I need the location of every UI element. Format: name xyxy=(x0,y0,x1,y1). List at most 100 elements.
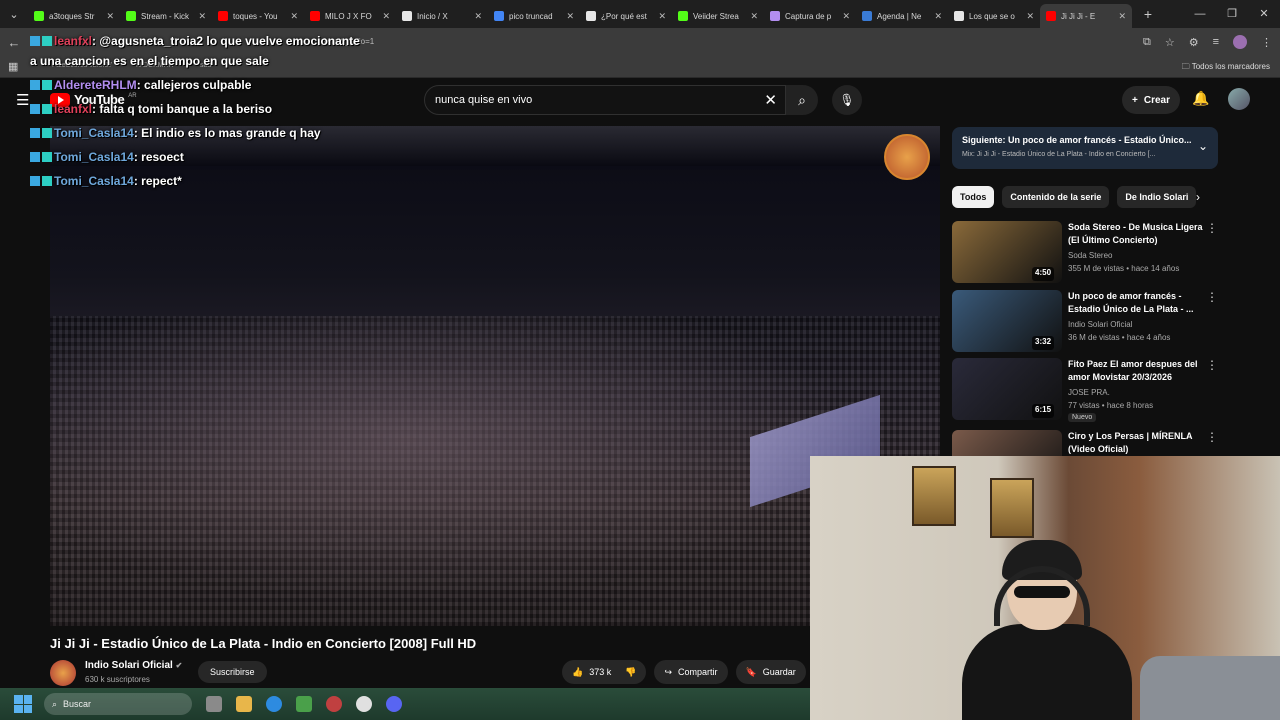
chat-username[interactable]: Tomi_Casla14 xyxy=(54,174,134,188)
subscribe-button[interactable]: Suscribirse xyxy=(198,661,267,683)
filter-chip[interactable]: De Indio Solari xyxy=(1117,186,1197,208)
tab-close-icon[interactable]: ✕ xyxy=(1118,11,1126,22)
tab-close-icon[interactable]: ✕ xyxy=(750,11,758,22)
tab-label: pico truncad xyxy=(509,11,553,21)
voice-search-button[interactable]: 🎙 xyxy=(832,85,862,115)
extensions-icon[interactable]: ⚙ xyxy=(1189,36,1199,49)
more-options-icon[interactable]: ⋮ xyxy=(1206,221,1218,235)
discord-icon[interactable] xyxy=(386,696,402,712)
task-view-icon[interactable] xyxy=(206,696,222,712)
tab-search-icon[interactable]: ⌄ xyxy=(0,0,28,28)
tab-close-icon[interactable]: ✕ xyxy=(290,11,298,22)
browser-menu-icon[interactable]: ⋮ xyxy=(1261,36,1272,49)
chat-username[interactable]: AldereteRHLM xyxy=(54,78,137,92)
apps-grid-icon[interactable]: ▦ xyxy=(8,60,18,73)
browser-tab[interactable]: Stream - Kick ✕ xyxy=(120,4,212,28)
windows-start-icon[interactable] xyxy=(14,695,32,713)
edge-icon[interactable] xyxy=(266,696,282,712)
taskbar-search[interactable]: ⌕ Buscar xyxy=(44,693,192,715)
chrome-icon[interactable] xyxy=(326,696,342,712)
browser-tab[interactable]: a3toques Str ✕ xyxy=(28,4,120,28)
browser-tab[interactable]: Agenda | Ne ✕ xyxy=(856,4,948,28)
more-options-icon[interactable]: ⋮ xyxy=(1206,358,1218,372)
recommended-channel[interactable]: Soda Stereo xyxy=(1068,251,1112,260)
clear-search-icon[interactable]: ✕ xyxy=(764,91,777,109)
tab-close-icon[interactable]: ✕ xyxy=(198,11,206,22)
tab-label: a3toques Str xyxy=(49,11,95,21)
media-controls-icon[interactable]: ≡ xyxy=(1213,36,1219,48)
filter-chip[interactable]: Contenido de la serie xyxy=(1002,186,1110,208)
recommended-title[interactable]: Fito Paez El amor despues del amor Movis… xyxy=(1068,358,1208,384)
recommended-video[interactable]: Soda Stereo - De Musica Ligera (El Últim… xyxy=(952,221,1218,285)
browser-tab[interactable]: Los que se o ✕ xyxy=(948,4,1040,28)
bookmark-star-icon[interactable]: ☆ xyxy=(1165,36,1175,49)
cast-icon[interactable]: ⧉ xyxy=(1143,36,1151,49)
recommended-meta: 355 M de vistas • hace 14 años xyxy=(1068,264,1180,273)
tab-close-icon[interactable]: ✕ xyxy=(106,11,114,22)
taskbar-app-icon[interactable] xyxy=(296,696,312,712)
browser-tab[interactable]: ¿Por qué est ✕ xyxy=(580,4,672,28)
webcam-overlay xyxy=(810,456,1280,720)
restore-icon[interactable]: ❐ xyxy=(1216,0,1248,28)
recommended-title[interactable]: Ciro y Los Persas | MÍRENLA (Video Ofici… xyxy=(1068,430,1208,456)
chat-badge-icon xyxy=(30,104,40,114)
chrome-profile-icon[interactable] xyxy=(356,696,372,712)
tab-close-icon[interactable]: ✕ xyxy=(1026,11,1034,22)
chat-username[interactable]: Tomi_Casla14 xyxy=(54,126,134,140)
create-button[interactable]: + Crear xyxy=(1122,86,1180,114)
filter-chip[interactable]: Todos xyxy=(952,186,995,208)
close-icon[interactable]: ✕ xyxy=(1248,0,1280,28)
thumbs-down-icon[interactable]: 👎 xyxy=(625,660,636,684)
browser-tab[interactable]: Veiider Strea ✕ xyxy=(672,4,764,28)
search-input[interactable] xyxy=(435,94,735,106)
tab-close-icon[interactable]: ✕ xyxy=(934,11,942,22)
file-explorer-icon[interactable] xyxy=(236,696,252,712)
channel-name[interactable]: Indio Solari Oficial ✔ xyxy=(85,660,182,671)
up-next-panel[interactable]: Siguiente: Un poco de amor francés - Est… xyxy=(952,127,1218,169)
tab-label: MILO J X FO xyxy=(325,11,372,21)
channel-subscribers: 630 k suscriptores xyxy=(85,675,150,684)
chat-badge-icon xyxy=(42,128,52,138)
recommended-video[interactable]: Un poco de amor francés - Estadio Único … xyxy=(952,290,1218,354)
tab-close-icon[interactable]: ✕ xyxy=(658,11,666,22)
video-player[interactable] xyxy=(50,126,940,626)
browser-tab[interactable]: toques - You ✕ xyxy=(212,4,304,28)
tab-close-icon[interactable]: ✕ xyxy=(474,11,482,22)
save-button[interactable]: 🔖 Guardar xyxy=(735,660,806,684)
minimize-icon[interactable]: — xyxy=(1184,0,1216,28)
recommended-video[interactable]: Fito Paez El amor despues del amor Movis… xyxy=(952,358,1218,422)
profile-avatar[interactable] xyxy=(1233,35,1247,49)
browser-tab[interactable]: Ji Ji Ji - E ✕ xyxy=(1040,4,1132,28)
browser-tab[interactable]: MILO J X FO ✕ xyxy=(304,4,396,28)
chat-username[interactable]: Tomi_Casla14 xyxy=(54,150,134,164)
tab-close-icon[interactable]: ✕ xyxy=(382,11,390,22)
more-options-icon[interactable]: ⋮ xyxy=(1206,430,1218,444)
chevron-right-icon[interactable]: › xyxy=(1196,190,1200,204)
tab-close-icon[interactable]: ✕ xyxy=(842,11,850,22)
chat-username[interactable]: leanfxl xyxy=(54,34,92,48)
tab-favicon-icon xyxy=(954,11,964,21)
like-button[interactable]: 👍 373 k 👎 xyxy=(562,660,647,684)
channel-watermark[interactable] xyxy=(884,134,930,180)
recommended-title[interactable]: Un poco de amor francés - Estadio Único … xyxy=(1068,290,1208,316)
recommended-channel[interactable]: Indio Solari Oficial xyxy=(1068,320,1132,329)
back-arrow-icon[interactable]: ← xyxy=(0,35,28,50)
more-options-icon[interactable]: ⋮ xyxy=(1206,290,1218,304)
channel-avatar[interactable] xyxy=(50,660,76,686)
user-avatar[interactable] xyxy=(1228,88,1250,110)
recommended-title[interactable]: Soda Stereo - De Musica Ligera (El Últim… xyxy=(1068,221,1208,247)
share-button[interactable]: ↪ Compartir xyxy=(654,660,728,684)
chat-username[interactable]: leanfxl xyxy=(54,102,92,116)
browser-tab[interactable]: pico truncad ✕ xyxy=(488,4,580,28)
notifications-bell-icon[interactable]: 🔔 xyxy=(1192,90,1209,107)
all-bookmarks-folder[interactable]: 🗀 Todos los marcadores xyxy=(1182,61,1270,75)
tab-close-icon[interactable]: ✕ xyxy=(566,11,574,22)
recommended-channel[interactable]: JOSE PRA. xyxy=(1068,388,1110,397)
new-badge: Nuevo xyxy=(1068,413,1097,422)
browser-tab[interactable]: Inicio / X ✕ xyxy=(396,4,488,28)
hamburger-menu-icon[interactable]: ☰ xyxy=(16,91,29,109)
chevron-down-icon[interactable]: ⌄ xyxy=(1198,139,1208,153)
new-tab-button[interactable]: + xyxy=(1138,6,1158,22)
search-button[interactable]: ⌕ xyxy=(786,85,818,115)
browser-tab[interactable]: Captura de p ✕ xyxy=(764,4,856,28)
